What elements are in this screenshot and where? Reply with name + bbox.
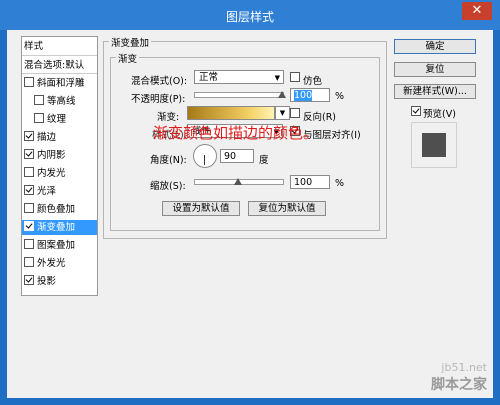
scale-value: 100 — [294, 177, 313, 188]
subgroup-title: 渐变 — [116, 51, 140, 65]
opacity-input[interactable]: 100 — [290, 88, 330, 102]
style-item-checkbox[interactable] — [24, 203, 34, 213]
dither-checkbox[interactable] — [290, 72, 300, 82]
divider — [22, 73, 97, 74]
group-title: 渐变叠加 — [109, 35, 152, 49]
style-item-checkbox[interactable] — [24, 131, 34, 141]
blend-mode-value: 正常 — [199, 72, 219, 83]
angle-unit: 度 — [259, 155, 269, 166]
title-bar: 图层样式 ✕ — [0, 0, 500, 30]
style-item[interactable]: 投影 — [22, 274, 97, 289]
style-item-checkbox[interactable] — [24, 257, 34, 267]
styles-list: 样式 混合选项:默认斜面和浮雕等高线纹理描边内阴影内发光光泽颜色叠加渐变叠加图案… — [21, 36, 98, 296]
style-item-label: 图案叠加 — [37, 240, 76, 251]
style-item[interactable]: 混合选项:默认 — [22, 58, 99, 73]
style-item[interactable]: 纹理 — [22, 112, 107, 127]
opacity-label: 不透明度(P): — [131, 94, 186, 105]
scale-input[interactable]: 100 — [290, 175, 330, 189]
style-item[interactable]: 内阴影 — [22, 148, 97, 163]
style-item[interactable]: 颜色叠加 — [22, 202, 97, 217]
scale-unit: % — [335, 178, 345, 189]
opacity-slider-thumb[interactable] — [278, 91, 286, 98]
gradient-swatch[interactable] — [187, 106, 275, 120]
style-item-checkbox[interactable] — [24, 221, 34, 231]
style-item-checkbox[interactable] — [24, 185, 34, 195]
blend-mode-select[interactable]: 正常 ▼ — [194, 70, 284, 84]
style-item-label: 渐变叠加 — [37, 222, 76, 233]
style-item[interactable]: 等高线 — [22, 94, 107, 109]
style-item-label: 内发光 — [37, 168, 66, 179]
style-item[interactable]: 图案叠加 — [22, 238, 97, 253]
style-item-checkbox[interactable] — [24, 149, 34, 159]
style-item-label: 混合选项:默认 — [24, 60, 85, 71]
style-item-label: 纹理 — [47, 114, 67, 125]
watermark-logo: 脚本之家 — [431, 377, 487, 393]
style-item-label: 外发光 — [37, 258, 66, 269]
opacity-slider[interactable] — [194, 92, 284, 98]
style-item-checkbox[interactable] — [34, 95, 44, 105]
style-item-label: 描边 — [37, 132, 57, 143]
watermark: jb51.net 脚本之家 — [431, 361, 487, 394]
dialog-client: 样式 混合选项:默认 斜面和浮雕 等高线 纹理 描边 内阴影 内发光 光泽 颜色叠加 渐变叠加 图案… — [7, 30, 493, 398]
scale-slider-thumb[interactable] — [234, 178, 242, 185]
chevron-down-icon: ▼ — [274, 74, 280, 82]
divider — [22, 55, 97, 56]
style-item-checkbox[interactable] — [24, 167, 34, 177]
style-item-checkbox[interactable] — [24, 77, 34, 87]
preview-swatch — [422, 133, 446, 157]
angle-input[interactable]: 90 — [220, 149, 254, 163]
annotation-text: 渐变颜色如描边的颜色。 — [153, 124, 319, 142]
style-item[interactable]: 斜面和浮雕 — [22, 76, 97, 91]
style-item-label: 斜面和浮雕 — [37, 78, 85, 89]
style-item-label: 光泽 — [37, 186, 57, 197]
ok-button[interactable]: 确定 — [394, 39, 476, 54]
angle-dial[interactable] — [193, 144, 217, 168]
close-button[interactable]: ✕ — [462, 2, 492, 20]
opacity-unit: % — [335, 91, 345, 102]
scale-label: 缩放(S): — [150, 181, 186, 192]
style-item[interactable]: 渐变叠加 — [22, 220, 97, 235]
blend-mode-label: 混合模式(O): — [131, 76, 188, 87]
style-item-label: 内阴影 — [37, 150, 66, 161]
preview-checkbox[interactable] — [411, 106, 421, 116]
dialog-title: 图层样式 — [225, 10, 274, 24]
angle-label: 角度(N): — [150, 155, 187, 166]
chevron-down-icon: ▼ — [279, 109, 286, 117]
style-item-label: 颜色叠加 — [37, 204, 76, 215]
reset-button[interactable]: 复位 — [394, 62, 476, 77]
dialog-window: 图层样式 ✕ 样式 混合选项:默认斜面和浮雕等高线纹理描边内阴影内发光光泽颜色叠… — [0, 0, 500, 405]
gradient-label: 渐变: — [157, 112, 180, 123]
preview-thumbnail — [411, 122, 457, 168]
preview-label: 预览(V) — [423, 109, 456, 120]
reverse-checkbox[interactable] — [290, 108, 300, 118]
style-item-label: 投影 — [37, 276, 57, 287]
watermark-url: jb51.net — [441, 361, 487, 374]
style-item[interactable]: 内发光 — [22, 166, 97, 181]
angle-value: 90 — [224, 151, 237, 162]
dither-label: 仿色 — [303, 76, 323, 87]
style-item-checkbox[interactable] — [24, 239, 34, 249]
reset-default-button[interactable]: 复位为默认值 — [248, 201, 326, 216]
new-style-button[interactable]: 新建样式(W)... — [394, 84, 476, 99]
gradient-dropdown[interactable]: ▼ — [275, 106, 290, 120]
style-item[interactable]: 外发光 — [22, 256, 97, 271]
style-item-checkbox[interactable] — [34, 113, 44, 123]
style-item[interactable]: 光泽 — [22, 184, 97, 199]
styles-header: 样式 — [24, 41, 44, 52]
style-item-label: 等高线 — [47, 96, 76, 107]
style-item[interactable]: 描边 — [22, 130, 97, 145]
opacity-value: 100 — [294, 90, 313, 101]
reverse-label: 反向(R) — [303, 112, 337, 123]
style-item-checkbox[interactable] — [24, 275, 34, 285]
set-default-button[interactable]: 设置为默认值 — [162, 201, 240, 216]
